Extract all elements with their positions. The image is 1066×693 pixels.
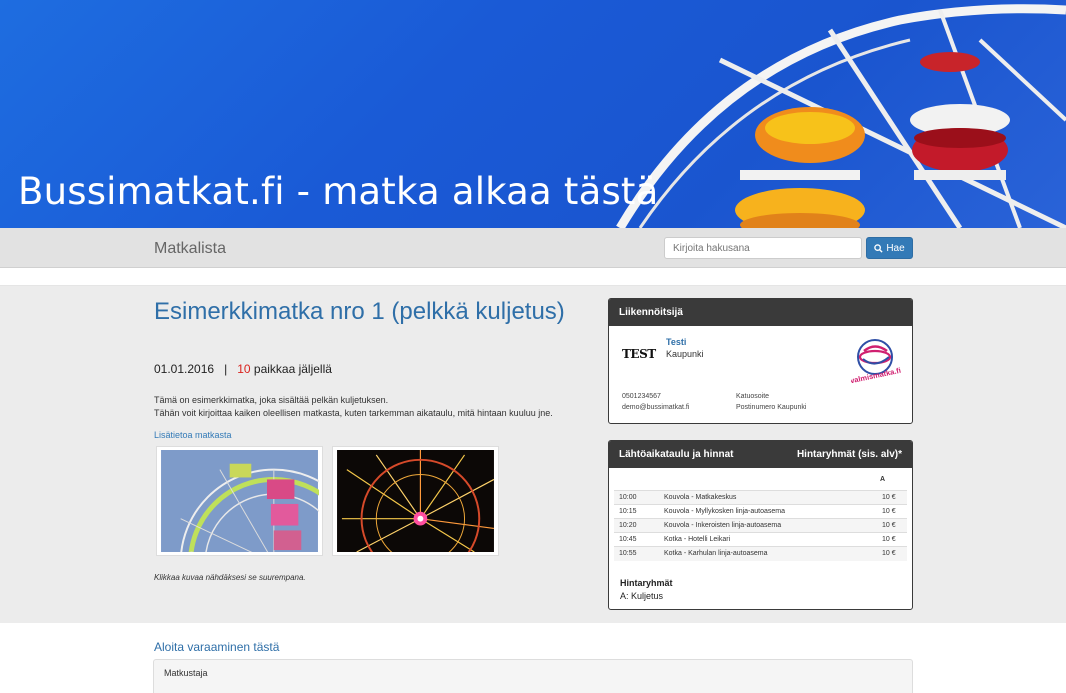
divider xyxy=(0,268,1066,286)
image-hint: Klikkaa kuvaa nähdäksesi se suurempana. xyxy=(154,573,306,582)
price-column-a: A xyxy=(880,476,886,483)
schedule-panel-header: Lähtöaikataulu ja hinnat Hintaryhmät (si… xyxy=(609,441,912,468)
operator-email: demo@bussimatkat.fi xyxy=(622,404,690,411)
more-info-link[interactable]: Lisätietoa matkasta xyxy=(154,430,232,440)
departure-time: 10:15 xyxy=(614,504,659,519)
site-title: Bussimatkat.fi - matka alkaa tästä xyxy=(18,170,659,213)
departure-price: 10 € xyxy=(877,504,907,519)
booking-title: Aloita varaaminen tästä xyxy=(154,640,280,654)
separator: | xyxy=(224,362,228,376)
traveller-label: Matkustaja xyxy=(164,668,208,678)
table-row: 10:00 Kouvola - Matkakeskus 10 € xyxy=(614,490,907,505)
departure-time: 10:20 xyxy=(614,518,659,533)
price-groups-heading: Hintaryhmät (sis. alv)* xyxy=(796,449,902,460)
operator-phone: 0501234567 xyxy=(622,393,661,400)
schedule-column-header: A xyxy=(609,468,912,490)
departure-price: 10 € xyxy=(877,546,907,561)
trip-image-thumbnail[interactable] xyxy=(332,446,499,556)
departure-time: 10:00 xyxy=(614,490,659,505)
departure-price: 10 € xyxy=(877,490,907,505)
departure-stop: Kouvola - Inkeroisten linja-autoasema xyxy=(659,518,877,533)
trip-description: Tämä on esimerkkimatka, joka sisältää pe… xyxy=(154,394,553,420)
trip-date: 01.01.2016 xyxy=(154,362,215,376)
operator-address: Katuosoite xyxy=(736,393,770,400)
operator-panel: Liikennöitsijä TEST Testi Kaupunki valmi… xyxy=(608,298,913,424)
schedule-table: 10:00 Kouvola - Matkakeskus 10 € 10:15 K… xyxy=(614,490,907,561)
departure-price: 10 € xyxy=(877,518,907,533)
trip-title: Esimerkkimatka nro 1 (pelkkä kuljetus) xyxy=(154,298,565,325)
schedule-panel: Lähtöaikataulu ja hinnat Hintaryhmät (si… xyxy=(608,440,913,610)
departure-stop: Kotka - Hotelli Leikari xyxy=(659,532,877,547)
departure-stop: Kouvola - Myllykosken linja-autoasema xyxy=(659,504,877,519)
table-row: 10:20 Kouvola - Inkeroisten linja-autoas… xyxy=(614,518,907,533)
operator-panel-header: Liikennöitsijä xyxy=(609,299,912,326)
hero-banner: Bussimatkat.fi - matka alkaa tästä xyxy=(0,0,1066,228)
operator-heading: Liikennöitsijä xyxy=(619,307,683,318)
search-button-label: Hae xyxy=(886,242,905,254)
brand-link[interactable]: Matkalista xyxy=(154,240,226,258)
departure-time: 10:45 xyxy=(614,532,659,547)
table-row: 10:45 Kotka - Hotelli Leikari 10 € xyxy=(614,532,907,547)
ferris-wheel-night-photo xyxy=(337,450,495,552)
ferris-wheel-image xyxy=(616,4,1066,228)
description-line: Tähän voit kirjoittaa kaiken oleellisen … xyxy=(154,408,553,418)
operator-logo: TEST xyxy=(622,347,656,361)
departure-time: 10:55 xyxy=(614,546,659,561)
operator-city: Kaupunki xyxy=(666,349,704,359)
search-icon xyxy=(874,243,883,253)
ferris-wheel-photo xyxy=(161,450,319,552)
trip-section: Esimerkkimatka nro 1 (pelkkä kuljetus) 0… xyxy=(0,286,1066,623)
navbar: Matkalista Hae xyxy=(0,228,1066,268)
search-button[interactable]: Hae xyxy=(866,237,913,259)
search-input[interactable] xyxy=(664,237,862,259)
price-groups-title: Hintaryhmät xyxy=(620,578,673,588)
schedule-heading: Lähtöaikataulu ja hinnat xyxy=(619,449,734,460)
table-row: 10:15 Kouvola - Myllykosken linja-autoas… xyxy=(614,504,907,519)
table-row: 10:55 Kotka - Karhulan linja-autoasema 1… xyxy=(614,546,907,561)
operator-name-link[interactable]: Testi xyxy=(666,337,686,347)
price-group-item: A: Kuljetus xyxy=(620,591,664,601)
trip-image-thumbnail[interactable] xyxy=(156,446,323,556)
seats-label: paikkaa jäljellä xyxy=(253,362,332,376)
traveller-panel: Matkustaja xyxy=(153,659,913,693)
valmismatka-badge-icon: valmismatka.fi xyxy=(851,339,901,383)
operator-postal: Postinumero Kaupunki xyxy=(736,404,807,411)
description-line: Tämä on esimerkkimatka, joka sisältää pe… xyxy=(154,395,389,405)
departure-stop: Kouvola - Matkakeskus xyxy=(659,490,877,505)
departure-price: 10 € xyxy=(877,532,907,547)
departure-stop: Kotka - Karhulan linja-autoasema xyxy=(659,546,877,561)
trip-date-line: 01.01.2016 | 10 paikkaa jäljellä xyxy=(154,362,332,376)
seats-count: 10 xyxy=(237,362,251,376)
